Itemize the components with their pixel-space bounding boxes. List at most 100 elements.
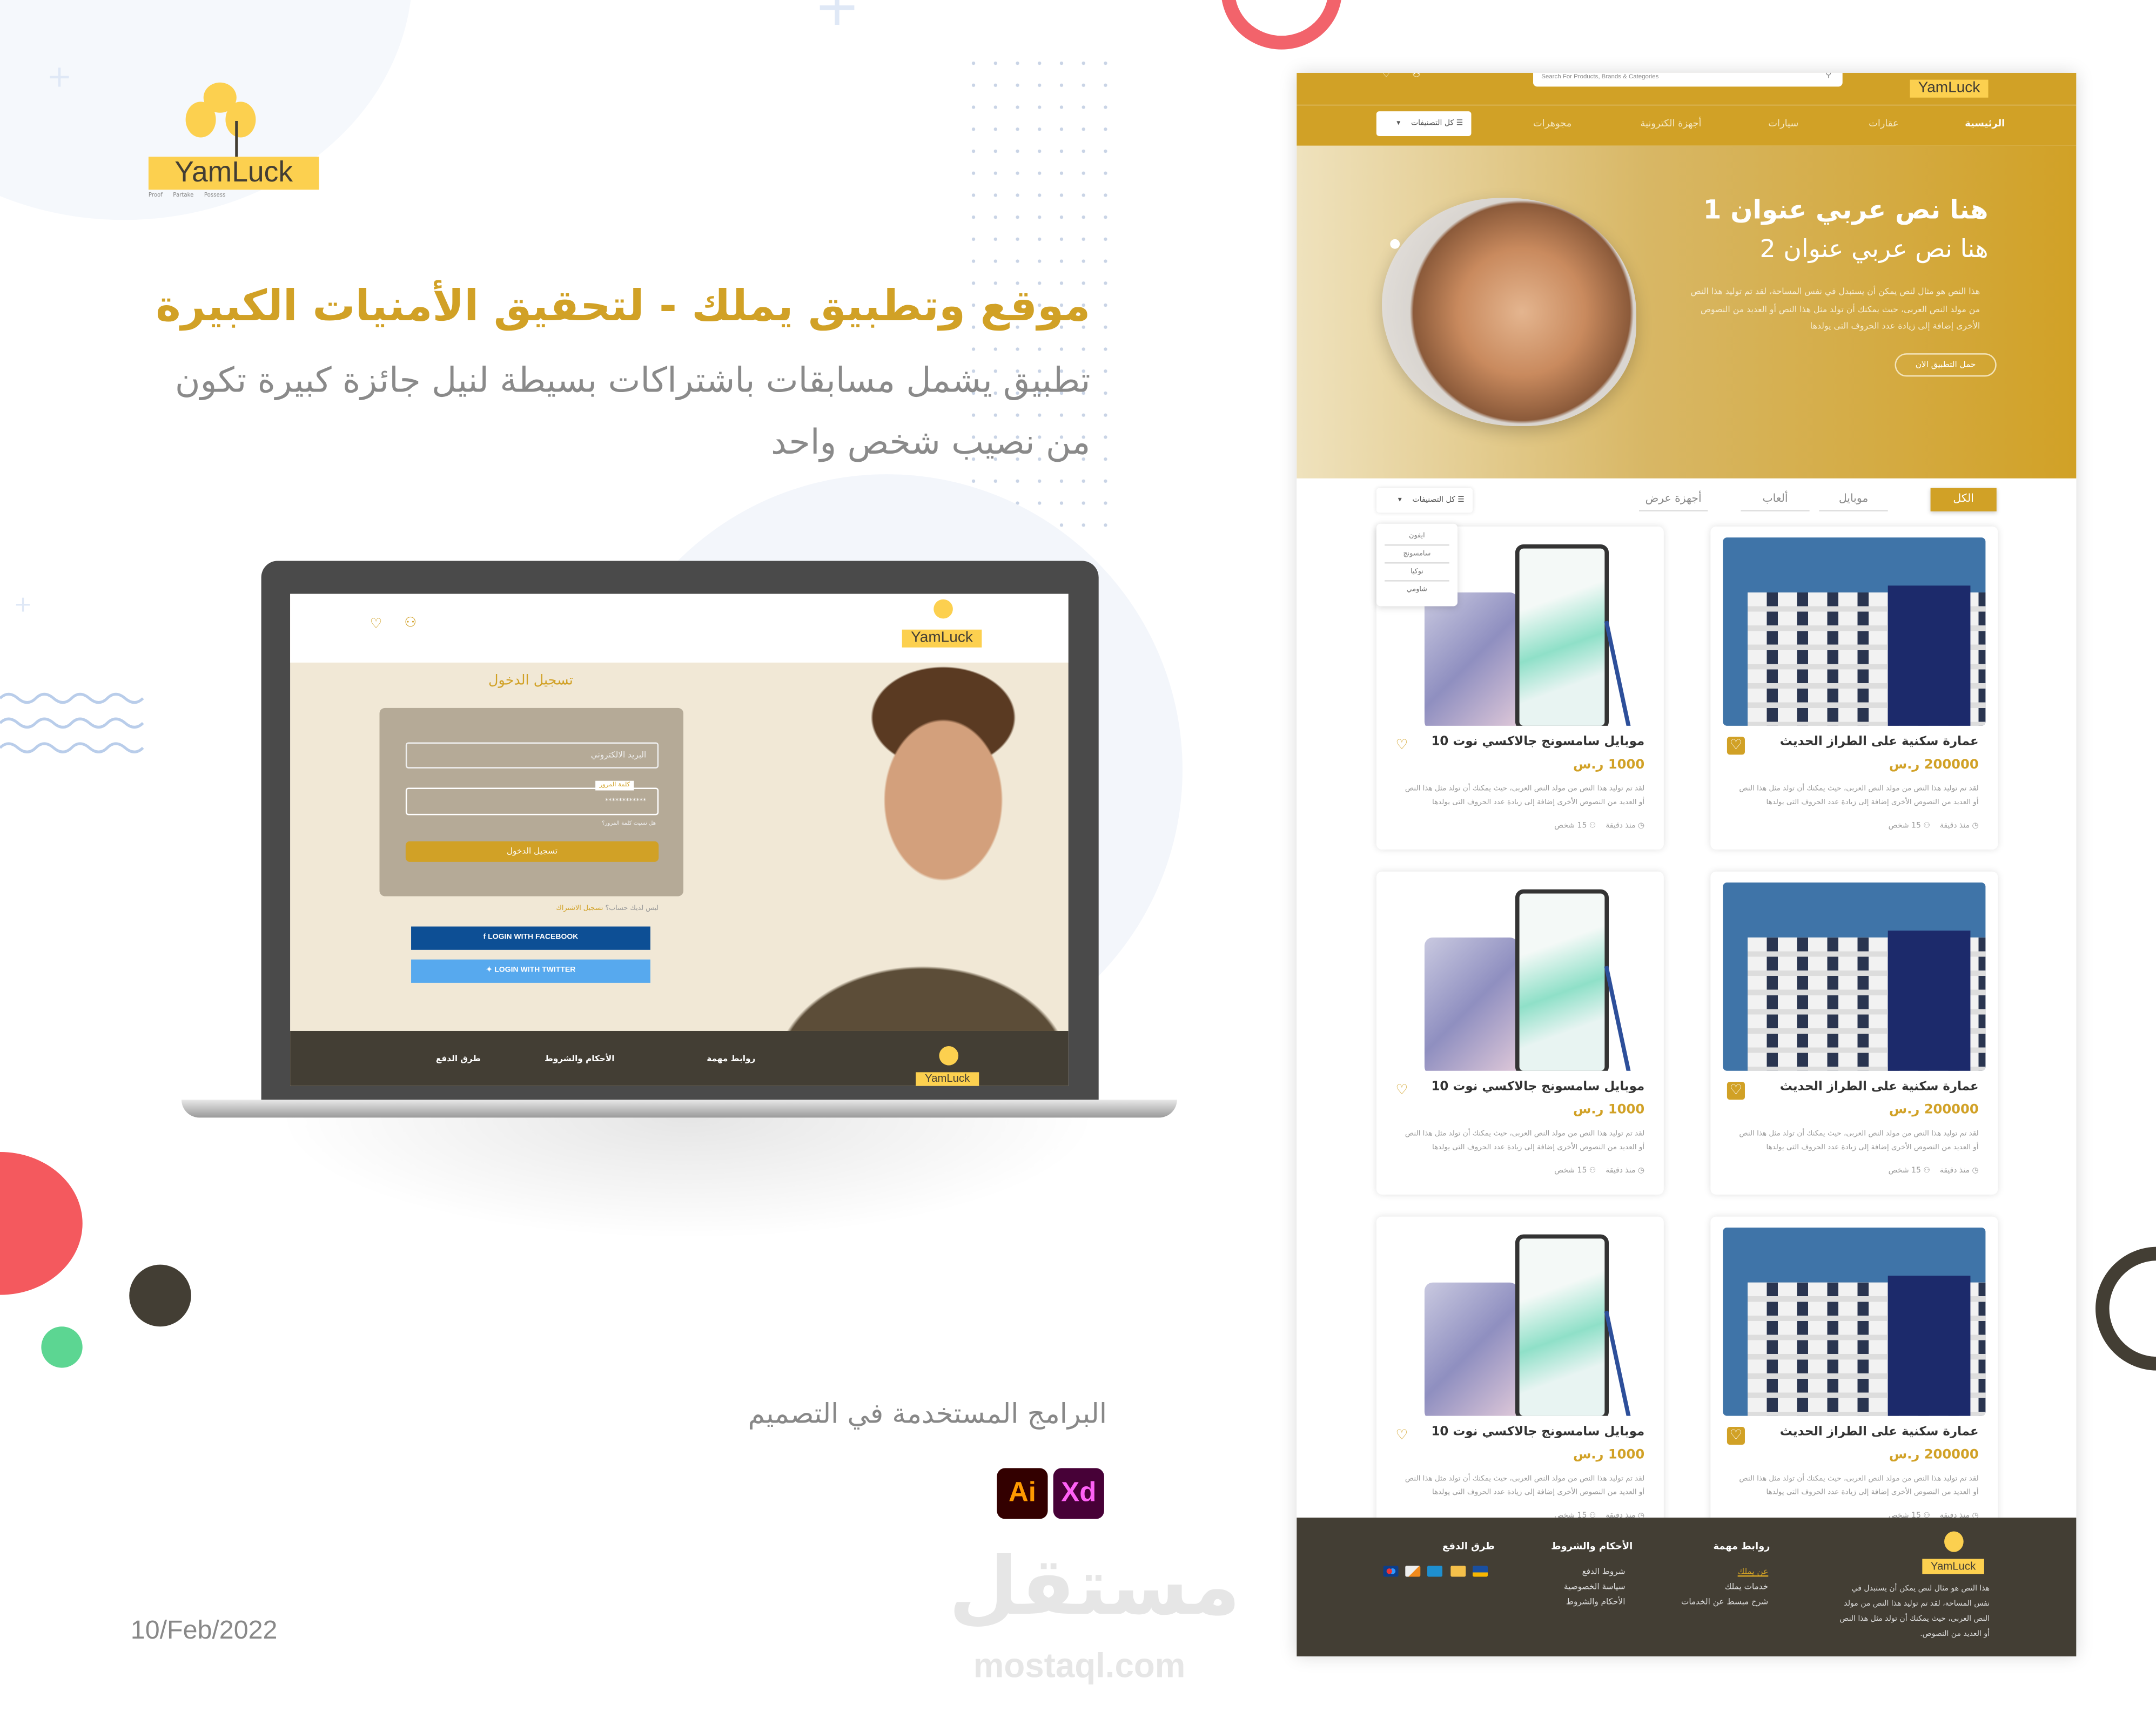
login-submit-button[interactable]: تسجيل الدخول [405, 841, 659, 862]
discover-icon [1405, 1566, 1421, 1577]
brand-logo: YamLuck Proof Partake Possess [148, 80, 320, 201]
hero-photo-man [716, 662, 1069, 1031]
product-title[interactable]: عمارة سكنية على الطراز الحديث [1780, 1081, 1979, 1094]
menu-icon: ☰ [1458, 496, 1465, 505]
phone-image [1388, 1227, 1651, 1416]
building-image [1723, 537, 1986, 726]
tab-1[interactable]: الكل [1930, 488, 1997, 511]
product-title[interactable]: موبايل سامسونج جالاكسي نوت 10 [1431, 1425, 1644, 1439]
product-price: 1000 ر.س [1573, 757, 1645, 773]
footer-link[interactable]: عن يملك [1738, 1567, 1769, 1577]
nav-home[interactable]: الرئيسية [1965, 118, 2005, 129]
login-title: تسجيل الدخول [488, 673, 573, 689]
dropdown-option[interactable]: ايفون [1385, 528, 1449, 546]
footer-link[interactable]: سياسة الخصوصية [1564, 1582, 1626, 1592]
heart-icon[interactable]: ♡ [370, 617, 382, 632]
footer-heading-payment: طرق الدفع [1442, 1541, 1495, 1552]
product-meta: ◷ منذ دقيقة ⚇ 15 شخص [1889, 1167, 1979, 1175]
favorite-heart-icon[interactable]: ♡ [1393, 737, 1411, 754]
decor-waves [0, 692, 144, 753]
password-field[interactable]: ************ [405, 787, 659, 816]
categories-dropdown[interactable]: ☰ كل التصنيفات ▾ [1376, 488, 1473, 513]
twitter-icon: ✦ [486, 966, 493, 975]
product-participants: 15 شخص [1554, 1167, 1587, 1176]
decor-plus: + [14, 591, 32, 617]
nav-real-estate[interactable]: عقارات [1869, 118, 1898, 129]
user-icon[interactable]: ⚇ [1412, 73, 1421, 80]
hero-body: هذا النص هو مثال لنص يمكن أن يستبدل في ن… [1690, 287, 1980, 332]
logo-leaf-icon [225, 102, 256, 138]
search-input[interactable]: Search For Products, Brands & Categories… [1533, 72, 1843, 87]
signup-link[interactable]: تسجيل الاشتراك [556, 905, 603, 913]
logo-leaf-icon [939, 1046, 959, 1066]
favorite-heart-icon[interactable]: ♡ [1393, 1427, 1411, 1445]
product-title[interactable]: عمارة سكنية على الطراز الحديث [1780, 736, 1979, 749]
tagline-word: Possess [204, 191, 226, 198]
product-card[interactable]: موبايل سامسونج جالاكسي نوت 10 1000 ر.س لقد… [1376, 1216, 1664, 1540]
tab-3[interactable]: ألعاب [1741, 488, 1810, 511]
categories-dropdown[interactable]: ☰ كل التصنيفات ▾ [1376, 111, 1472, 136]
site-header: Search For Products, Brands & Categories… [1297, 72, 2077, 146]
favorite-heart-icon[interactable]: ♡ [1727, 737, 1745, 755]
password-label: كلمة المرور [595, 780, 634, 791]
forgot-password-link[interactable]: هل نسيت كلمة المرور؟ [602, 819, 656, 826]
people-icon: ⚇ [1589, 1167, 1596, 1176]
logo-wordmark: YamLuck [916, 1072, 979, 1086]
twitter-login-button[interactable]: ✦ LOGIN WITH TWITTER [411, 959, 650, 983]
nav-electronics[interactable]: أجهزة الكترونية [1641, 118, 1702, 129]
tools-label: البرامج المستخدمة في التصميم [748, 1397, 1107, 1430]
footer-link[interactable]: الأحكام والشروط [1566, 1598, 1626, 1607]
laptop-screen: ♡ ⚇ YamLuck تسجيل الدخول البريد الالكترو… [290, 594, 1069, 1086]
decor-red-ring [1221, 0, 1342, 50]
tagline-word: Proof [148, 191, 163, 198]
headline-title: موقع وتطبيق يملك - لتحقيق الأمنيات الكبي… [156, 281, 1091, 332]
favorite-heart-icon[interactable]: ♡ [1393, 1082, 1411, 1100]
nav-cars[interactable]: سيارات [1768, 118, 1798, 129]
building-image [1723, 882, 1986, 1071]
dropdown-option[interactable]: سامسونج [1385, 545, 1449, 564]
footer-about: هذا النص هو مثال لنص يمكن أن يستبدل في ن… [1839, 1585, 1990, 1639]
footer-heading: الأحكام والشروط [544, 1054, 615, 1064]
product-title[interactable]: موبايل سامسونج جالاكسي نوت 10 [1431, 1081, 1644, 1094]
phone-image [1388, 882, 1651, 1071]
search-icon[interactable]: ⚲ [1825, 73, 1831, 80]
product-card[interactable]: عمارة سكنية على الطراز الحديث 200000 ر.س ل… [1710, 526, 1998, 850]
illustrator-icon: Ai [997, 1468, 1048, 1519]
product-time: منذ دقيقة [1606, 1167, 1636, 1176]
footer-link[interactable]: شروط الدفع [1582, 1567, 1626, 1577]
caret-down-icon: ▾ [1396, 119, 1401, 128]
product-price: 200000 ر.س [1889, 757, 1979, 773]
user-icon[interactable]: ⚇ [404, 616, 417, 631]
footer-link[interactable]: خدمات يملك [1725, 1582, 1769, 1592]
people-icon: ⚇ [1923, 822, 1930, 831]
product-description: لقد تم توليد هذا النص من مولد النص العرب… [1739, 1130, 1979, 1152]
product-card[interactable]: عمارة سكنية على الطراز الحديث 200000 ر.س ل… [1710, 1216, 1998, 1540]
footer-link[interactable]: شرح مبسط عن الخدمات [1681, 1598, 1768, 1607]
product-description: لقد تم توليد هذا النص من مولد النص العرب… [1405, 1475, 1645, 1497]
product-time: منذ دقيقة [1939, 822, 1970, 831]
heart-icon[interactable]: ♡ [1382, 73, 1391, 80]
product-title[interactable]: عمارة سكنية على الطراز الحديث [1780, 1425, 1979, 1439]
product-card[interactable]: موبايل سامسونج جالاكسي نوت 10 1000 ر.س لقد… [1376, 871, 1664, 1195]
nav-jewelry[interactable]: مجوهرات [1533, 118, 1571, 129]
product-price: 1000 ر.س [1573, 1447, 1645, 1463]
product-price: 200000 ر.س [1889, 1447, 1979, 1463]
clock-icon: ◷ [1972, 1167, 1979, 1176]
download-app-button[interactable]: حمل التطبيق الان [1895, 353, 1997, 377]
logo-leaf-icon [933, 599, 953, 619]
facebook-login-button[interactable]: f LOGIN WITH FACEBOOK [411, 926, 650, 950]
dropdown-option[interactable]: شاومي [1385, 582, 1449, 599]
tab-2[interactable]: موبايل [1819, 488, 1888, 511]
favorite-heart-icon[interactable]: ♡ [1727, 1082, 1745, 1100]
tab-4[interactable]: أجهزة عرض [1638, 488, 1708, 511]
dropdown-option[interactable]: نوكيا [1385, 564, 1449, 582]
twitter-label: LOGIN WITH TWITTER [494, 966, 576, 975]
product-card[interactable]: عمارة سكنية على الطراز الحديث 200000 ر.س ل… [1710, 871, 1998, 1195]
logo-wordmark: YamLuck [148, 157, 319, 190]
logo-wordmark: YamLuck [902, 629, 982, 648]
favorite-heart-icon[interactable]: ♡ [1727, 1427, 1745, 1445]
product-title[interactable]: موبايل سامسونج جالاكسي نوت 10 [1431, 736, 1644, 749]
email-field[interactable]: البريد الالكتروني [405, 742, 659, 769]
facebook-label: LOGIN WITH FACEBOOK [488, 933, 579, 942]
laptop-base [181, 1100, 1177, 1118]
